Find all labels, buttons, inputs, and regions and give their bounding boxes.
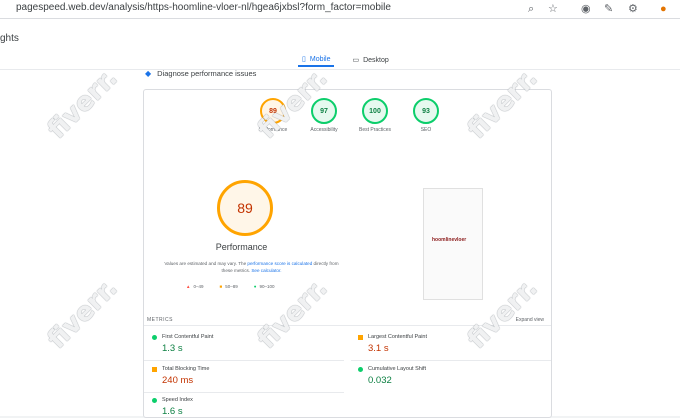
score-calc-link[interactable]: performance score is calculated [247, 261, 312, 266]
profile-icon[interactable]: ● [660, 2, 667, 16]
score-legend: ▲ 0–49 ■ 50–89 ● 90–100 [186, 284, 274, 289]
gauge-label: Performance [258, 127, 288, 133]
legend-item: ● 90–100 [254, 284, 275, 289]
metric-fcp: First Contentful Paint 1.3 s [152, 334, 322, 354]
report-card: 89 Performance 97 Accessibility 100 Best… [143, 89, 552, 418]
pagespeed-page: ghts ▯ Mobile ▭ Desktop ◆ Diagnose perfo… [0, 19, 680, 418]
gauge-seo[interactable]: 93 SEO [408, 98, 444, 133]
metric-value: 240 ms [162, 375, 194, 386]
address-bar[interactable]: pagespeed.web.dev/analysis/https-hoomlin… [16, 2, 391, 13]
tab-mobile[interactable]: ▯ Mobile [298, 53, 335, 67]
circle-icon: ● [253, 284, 257, 289]
divider [144, 325, 551, 326]
gauge-best-practices[interactable]: 100 Best Practices [357, 98, 393, 133]
extension-icon[interactable]: ◉ [581, 2, 591, 16]
gauge-label: Accessibility [310, 127, 338, 133]
metric-name: Largest Contentful Paint [368, 334, 428, 340]
metric-name: First Contentful Paint [162, 334, 214, 340]
gauge-circle: 100 [362, 98, 388, 124]
good-dot-icon [152, 334, 157, 340]
divider [144, 360, 344, 361]
watermark: fiverr. [41, 273, 124, 355]
tab-mobile-label: Mobile [309, 55, 331, 63]
gauge-circle: 97 [311, 98, 337, 124]
performance-title: Performance [215, 242, 268, 252]
gauge-circle: 89 [260, 98, 286, 124]
divider [351, 360, 551, 361]
diagnose-toggle[interactable]: ◆ Diagnose performance issues [145, 69, 256, 78]
score-gauges: 89 Performance 97 Accessibility 100 Best… [255, 98, 444, 133]
legend-item: ▲ 0–49 [186, 284, 203, 289]
watermark: fiverr. [41, 63, 124, 145]
performance-score-ring: 89 [217, 180, 273, 236]
average-square-icon [152, 366, 157, 372]
metric-lcp: Largest Contentful Paint 3.1 s [358, 334, 528, 354]
gauge-accessibility[interactable]: 97 Accessibility [306, 98, 342, 133]
metric-value: 1.3 s [162, 343, 183, 354]
tab-desktop[interactable]: ▭ Desktop [348, 53, 392, 67]
puzzle-icon[interactable]: ⚙ [628, 2, 638, 16]
expand-view-button[interactable]: Expand view [516, 317, 544, 323]
metric-si: Speed Index 1.6 s [152, 397, 322, 417]
gauge-performance[interactable]: 89 Performance [255, 98, 291, 133]
triangle-icon: ▲ [186, 284, 191, 289]
tab-desktop-label: Desktop [363, 56, 389, 64]
laptop-icon: ▭ [352, 57, 360, 64]
metric-value: 1.6 s [162, 406, 183, 417]
gauge-circle: 93 [413, 98, 439, 124]
device-tabs: ▯ Mobile ▭ Desktop [298, 53, 393, 67]
legend-item: ■ 50–89 [219, 284, 237, 289]
search-icon[interactable]: ⌕ [528, 2, 534, 16]
divider [0, 69, 680, 70]
square-icon: ■ [219, 284, 223, 289]
diagnose-icon: ◆ [145, 69, 152, 78]
metric-tbt: Total Blocking Time 240 ms [152, 366, 322, 386]
pen-icon[interactable]: ✎ [604, 2, 613, 16]
legend-text: 0–49 [193, 284, 204, 289]
good-dot-icon [358, 366, 363, 372]
page-heading: ghts [0, 33, 19, 44]
browser-toolbar: pagespeed.web.dev/analysis/https-hoomlin… [0, 0, 680, 19]
metric-value: 0.032 [368, 375, 392, 386]
performance-note: Values are estimated and may vary. The p… [159, 260, 344, 274]
metric-name: Cumulative Layout Shift [368, 366, 427, 372]
gauge-label: Best Practices [359, 127, 391, 133]
site-logo: hoomlinevloer [432, 237, 467, 243]
good-dot-icon [152, 397, 157, 403]
metrics-header: METRICS [147, 317, 173, 323]
legend-text: 50–89 [225, 284, 238, 289]
phone-icon: ▯ [302, 56, 306, 63]
calculator-link[interactable]: See calculator. [251, 268, 281, 273]
divider [144, 392, 344, 393]
page-screenshot: hoomlinevloer [423, 188, 483, 300]
metric-value: 3.1 s [368, 343, 389, 354]
legend-text: 90–100 [259, 284, 275, 289]
metric-name: Total Blocking Time [162, 366, 210, 372]
metric-name: Speed Index [162, 397, 193, 403]
gauge-label: SEO [420, 127, 432, 133]
bookmark-star-icon[interactable]: ☆ [548, 2, 558, 16]
metric-cls: Cumulative Layout Shift 0.032 [358, 366, 528, 386]
note-text: Values are estimated and may vary. The [164, 261, 248, 266]
diagnose-label: Diagnose performance issues [157, 69, 257, 78]
average-square-icon [358, 334, 363, 340]
